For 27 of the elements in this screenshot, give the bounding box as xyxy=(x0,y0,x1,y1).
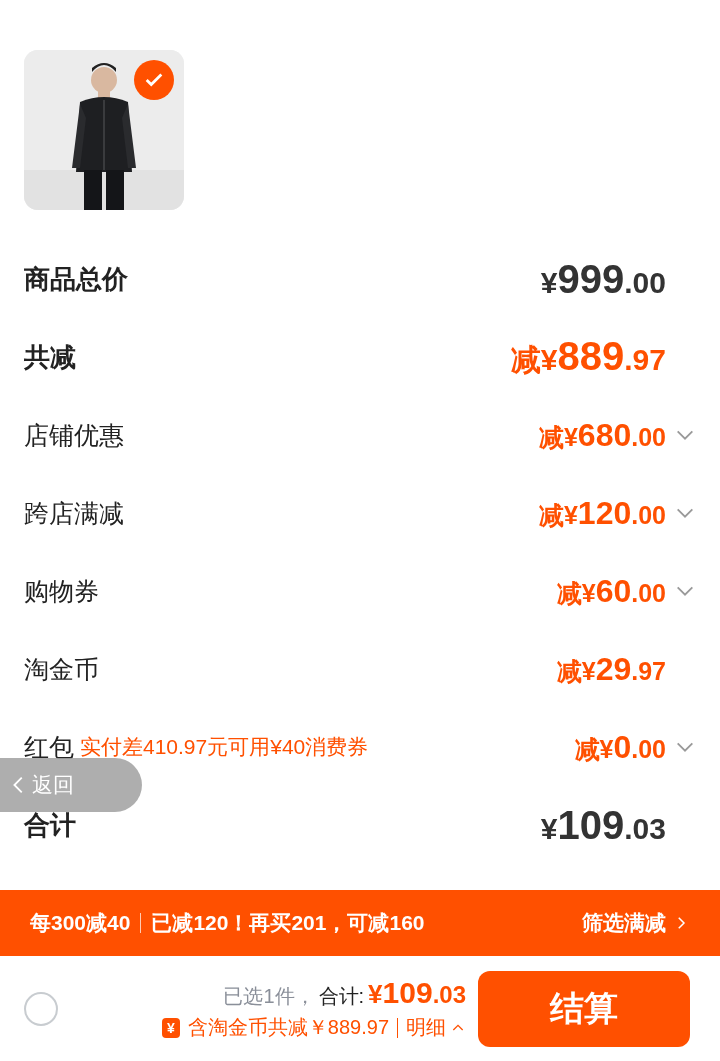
promo-rule: 每300减40 xyxy=(30,910,131,936)
row-label: 共减 xyxy=(24,340,76,374)
total-label: 合计: xyxy=(318,984,365,1009)
coin-badge: ¥ xyxy=(162,1017,180,1038)
row-label: 淘金币 xyxy=(24,653,99,685)
row-label: 跨店满减 xyxy=(24,497,124,529)
checkout-button[interactable]: 结算 xyxy=(478,970,690,1047)
amount: 减¥120.00 xyxy=(538,494,666,532)
amount: 减¥29.97 xyxy=(556,650,666,688)
row-label: 商品总价 xyxy=(24,262,128,296)
row-label: 购物券 xyxy=(24,575,99,607)
amount: 减¥889.97 xyxy=(510,333,666,380)
selected-count: 已选1件， xyxy=(223,984,315,1009)
coupon-hint: 实付差410.97元可用¥40消费券 xyxy=(80,734,369,760)
saving-text: 含淘金币共减￥889.97 xyxy=(187,1015,389,1040)
select-all-radio[interactable] xyxy=(24,991,58,1026)
filter-link[interactable]: 筛选满减 xyxy=(582,909,690,937)
row-label: 店铺优惠 xyxy=(24,419,124,451)
amount: 减¥680.00 xyxy=(538,416,666,454)
amount: ¥999.00 xyxy=(540,256,666,302)
amount: 减¥0.00 xyxy=(574,728,666,766)
back-button[interactable]: 返回 xyxy=(0,758,142,812)
amount: ¥109.03 xyxy=(540,802,666,848)
amount: 减¥60.00 xyxy=(556,572,666,610)
total-amount: ¥109.03 xyxy=(368,976,466,1010)
promo-status: 已减120！再买201，可减160 xyxy=(151,910,425,936)
details-link[interactable]: 明细 xyxy=(406,1014,466,1041)
